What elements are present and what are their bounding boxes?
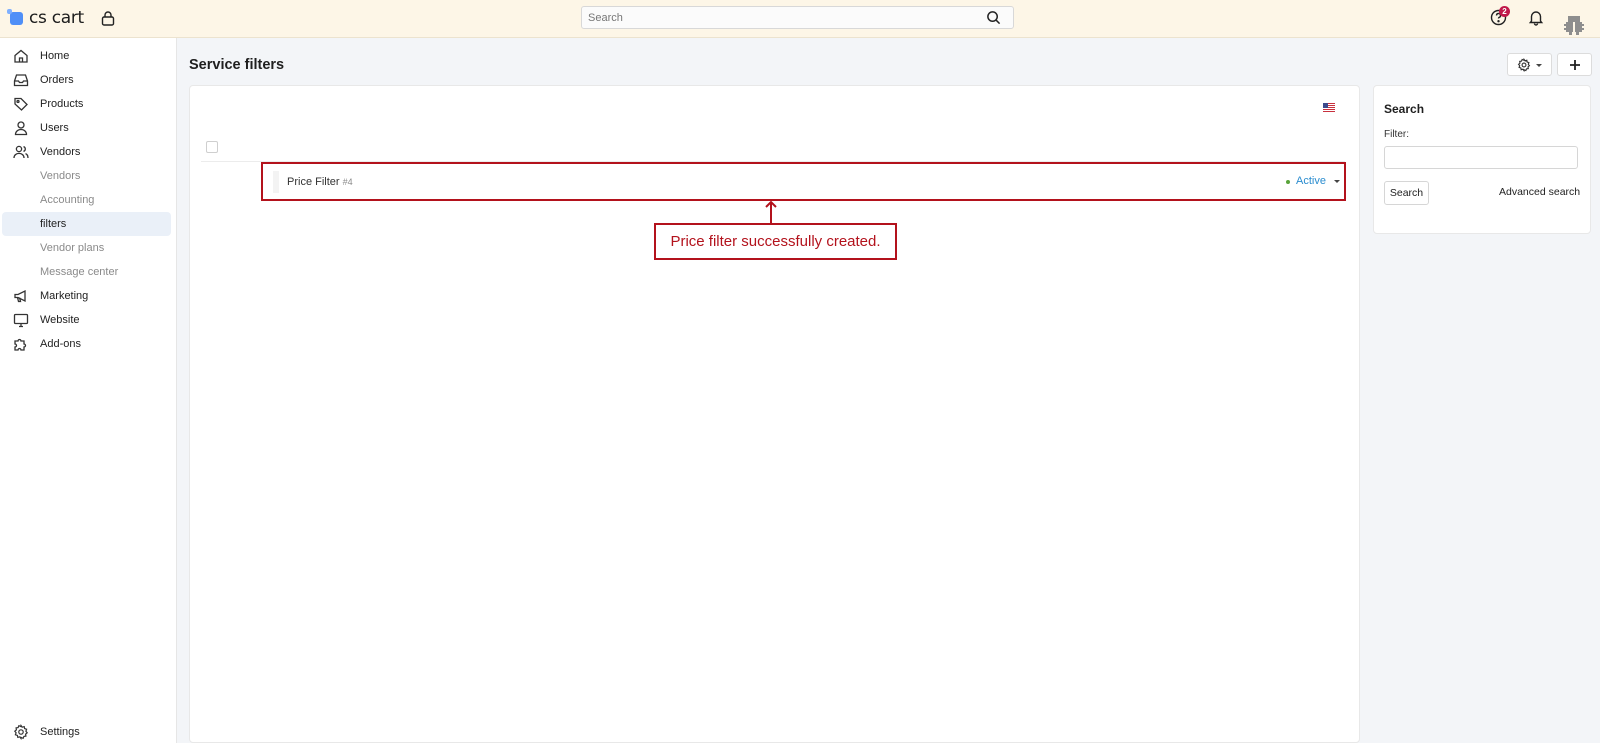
- notification-badge: 2: [1499, 6, 1510, 17]
- sidebar-item-label: Home: [40, 50, 70, 62]
- settings-dropdown-button[interactable]: [1507, 53, 1552, 76]
- tag-icon: [14, 97, 28, 111]
- sidebar-item-label: Orders: [40, 74, 74, 86]
- sidebar-item-label: filters: [40, 218, 67, 230]
- sidebar-item-label: Settings: [40, 726, 80, 738]
- sidebar-subitem-filters[interactable]: filters: [2, 212, 171, 236]
- sidebar-item-label: Users: [40, 122, 69, 134]
- sidebar-item-label: Vendor plans: [40, 242, 105, 254]
- inbox-icon: [13, 74, 29, 87]
- plus-icon: [1570, 60, 1580, 70]
- avatar[interactable]: [1560, 9, 1588, 37]
- lock-icon[interactable]: [100, 10, 116, 26]
- status-dot: [1286, 180, 1290, 184]
- sidebar-item-label: Vendors: [40, 146, 81, 158]
- caret-down-icon[interactable]: [1334, 180, 1340, 183]
- puzzle-icon: [14, 338, 27, 351]
- drag-handle[interactable]: [273, 171, 279, 193]
- arrow-up-icon: [765, 200, 777, 223]
- bell-icon[interactable]: [1528, 9, 1544, 26]
- filter-input[interactable]: [1384, 146, 1578, 169]
- search-panel-title: Search: [1384, 102, 1425, 116]
- home-icon: [14, 49, 28, 63]
- caret-down-icon: [1536, 64, 1542, 67]
- sidebar-subitem-message-center[interactable]: Message center: [2, 260, 171, 284]
- sidebar-item-settings[interactable]: Settings: [2, 720, 171, 743]
- sidebar-item-label: Message center: [40, 266, 119, 278]
- sidebar-item-label: Marketing: [40, 290, 89, 302]
- sidebar-item-label: Accounting: [40, 194, 95, 206]
- logo-icon: [7, 8, 23, 25]
- monitor-icon: [13, 313, 29, 328]
- annotation-callout: Price filter successfully created.: [654, 223, 897, 260]
- sidebar-item-marketing[interactable]: Marketing: [2, 284, 171, 308]
- sidebar-item-users[interactable]: Users: [2, 116, 171, 140]
- filter-label: Filter:: [1384, 129, 1409, 140]
- search-icon[interactable]: [986, 10, 1001, 25]
- sidebar-item-label: Products: [40, 98, 84, 110]
- sidebar-item-website[interactable]: Website: [2, 308, 171, 332]
- sidebar-item-products[interactable]: Products: [2, 92, 171, 116]
- user-icon: [14, 121, 28, 136]
- sidebar-item-add-ons[interactable]: Add-ons: [2, 332, 171, 356]
- global-search: [581, 6, 1014, 29]
- filter-name-link[interactable]: Price Filter #4: [287, 176, 353, 188]
- sidebar-item-label: Website: [40, 314, 80, 326]
- us-flag-icon[interactable]: [1323, 103, 1335, 112]
- sidebar: Home Orders Products Users Vendors Vendo…: [0, 38, 177, 743]
- logo-text: cs cart: [29, 8, 84, 28]
- sidebar-item-home[interactable]: Home: [2, 44, 171, 68]
- gear-icon: [13, 724, 29, 740]
- sidebar-subitem-vendor-plans[interactable]: Vendor plans: [2, 236, 171, 260]
- search-button[interactable]: Search: [1384, 181, 1429, 205]
- table-row[interactable]: Price Filter #4 Active: [261, 162, 1346, 201]
- status-dropdown[interactable]: Active: [1296, 175, 1326, 187]
- add-filter-button[interactable]: [1557, 53, 1592, 76]
- top-bar: cs cart 2: [0, 0, 1600, 38]
- sidebar-subitem-accounting[interactable]: Accounting: [2, 188, 171, 212]
- page-title: Service filters: [189, 57, 285, 73]
- filter-name: Price Filter: [287, 176, 340, 188]
- filter-id: #4: [342, 177, 353, 187]
- search-panel: Search Filter: Search Advanced search: [1373, 85, 1591, 234]
- logo[interactable]: cs cart: [7, 8, 84, 28]
- users-icon: [13, 145, 29, 159]
- gear-icon: [1517, 58, 1531, 72]
- sidebar-item-label: Vendors: [40, 170, 81, 182]
- sidebar-subitem-vendors[interactable]: Vendors: [2, 164, 171, 188]
- sidebar-item-label: Add-ons: [40, 338, 81, 350]
- select-all-checkbox[interactable]: [206, 141, 218, 153]
- sidebar-item-vendors[interactable]: Vendors: [2, 140, 171, 164]
- sidebar-item-orders[interactable]: Orders: [2, 68, 171, 92]
- global-search-input[interactable]: [582, 7, 972, 28]
- advanced-search-link[interactable]: Advanced search: [1499, 186, 1580, 198]
- megaphone-icon: [14, 289, 26, 303]
